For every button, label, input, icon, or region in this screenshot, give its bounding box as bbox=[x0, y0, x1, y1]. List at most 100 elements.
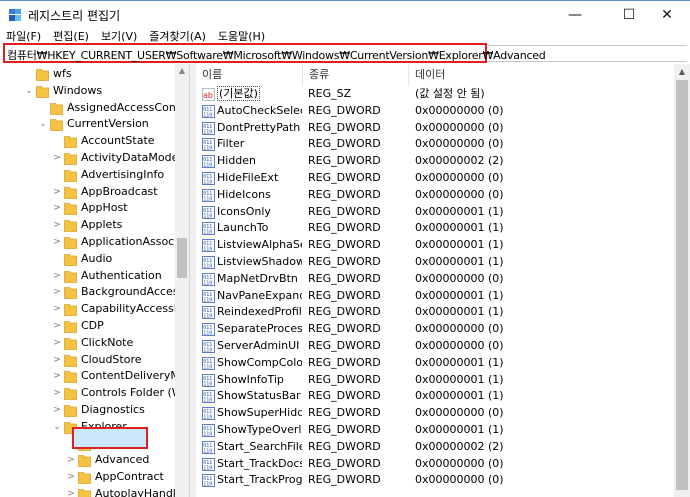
value-row[interactable]: 011 110 Filter REG_DWORD 0x00000000 (0) bbox=[196, 136, 674, 153]
value-row[interactable]: 011 110 DontPrettyPath REG_DWORD 0x00000000 … bbox=[196, 120, 674, 137]
expand-chevron-icon[interactable]: > bbox=[52, 150, 62, 166]
tree-item[interactable]: > AutoplayHandler bbox=[0, 486, 187, 497]
value-data: 0x00000000 (0) bbox=[415, 187, 504, 201]
expand-chevron-icon[interactable]: > bbox=[52, 318, 62, 334]
value-data: 0x00000001 (1) bbox=[415, 238, 504, 252]
tree-item[interactable]: > CloudStore bbox=[0, 352, 175, 368]
value-type: REG_DWORD bbox=[308, 221, 381, 235]
value-data: 0x00000000 (0) bbox=[415, 322, 504, 336]
tree-item[interactable]: > ContentDeliveryMar bbox=[0, 368, 189, 384]
binary-value-icon: 011110 bbox=[202, 222, 215, 236]
value-row[interactable]: 011 110 ServerAdminUI REG_DWORD 0x00000000 (… bbox=[196, 338, 674, 355]
expand-chevron-icon[interactable]: > bbox=[52, 284, 62, 300]
collapse-chevron-icon[interactable]: ⌄ bbox=[52, 419, 62, 435]
address-bar-extension[interactable] bbox=[487, 45, 687, 62]
value-type: REG_DWORD bbox=[308, 406, 381, 420]
expand-chevron-icon[interactable]: > bbox=[52, 385, 62, 401]
value-row[interactable]: 011 110 ShowCompColor REG_DWORD 0x00000001 (… bbox=[196, 355, 674, 372]
tree-item[interactable]: > Controls Folder (Wc bbox=[0, 385, 189, 401]
value-row[interactable]: 011 110 Start_TrackDocs REG_DWORD 0x00000000… bbox=[196, 456, 674, 473]
column-header-data[interactable]: 데이터 bbox=[409, 64, 679, 86]
tree-item[interactable]: > ClickNote bbox=[0, 335, 175, 351]
expand-chevron-icon[interactable]: > bbox=[66, 452, 76, 468]
value-row[interactable]: 011110NavPaneExpand... REG_DWORD 0x0000000… bbox=[196, 288, 674, 305]
column-header-type[interactable]: 종류 bbox=[303, 64, 409, 86]
tree-item[interactable]: > Authentication bbox=[0, 268, 175, 284]
value-row[interactable]: 011 110 Start_SearchFiles REG_DWORD 0x000000… bbox=[196, 439, 674, 456]
tree-item[interactable]: AdvertisingInfo bbox=[0, 167, 175, 183]
expand-chevron-icon[interactable]: > bbox=[66, 469, 76, 485]
tree-scroll-thumb[interactable] bbox=[177, 238, 187, 278]
tree-item[interactable]: ⌄ Windows bbox=[0, 83, 175, 99]
value-row[interactable]: ab (기본값) REG_SZ (값 설정 안 됨) bbox=[196, 86, 674, 103]
values-scroll-up-icon[interactable]: ▲ bbox=[674, 64, 690, 80]
tree-item[interactable]: > CapabilityAccessMa bbox=[0, 301, 189, 317]
value-row[interactable]: 011 110 Start_TrackProgs REG_DWORD 0x0000000… bbox=[196, 472, 674, 489]
expand-chevron-icon[interactable]: > bbox=[52, 200, 62, 216]
value-row[interactable]: 011 110 Hidden REG_DWORD 0x00000002 (2) bbox=[196, 153, 674, 170]
column-header-name[interactable]: 이름 bbox=[196, 64, 303, 86]
expand-chevron-icon[interactable]: > bbox=[52, 217, 62, 233]
binary-value-icon: 011110 bbox=[202, 390, 215, 404]
tree-item[interactable]: > ActivityDataModel bbox=[0, 150, 181, 166]
tree-item[interactable]: > BackgroundAccessA bbox=[0, 284, 189, 300]
tree-scroll-up-icon[interactable]: ▲ bbox=[175, 64, 189, 78]
value-row[interactable]: 011 110 IconsOnly REG_DWORD 0x00000001 (1) bbox=[196, 204, 674, 221]
selected-key-highlight bbox=[72, 427, 148, 449]
tree-item[interactable]: ⌄ CurrentVersion bbox=[0, 116, 175, 132]
value-row[interactable]: 011110ListviewAlphaSe... REG_DWORD 0x00000… bbox=[196, 237, 674, 254]
values-list[interactable]: 이름 종류 데이터 ab (기본값) REG_SZ (값 설정 안 됨) 011 110 A… bbox=[196, 64, 690, 497]
binary-value-icon: 011110 bbox=[202, 373, 215, 387]
minimize-button[interactable]: — bbox=[552, 1, 598, 29]
tree-item[interactable]: > AppHost bbox=[0, 200, 175, 216]
svg-text:110: 110 bbox=[203, 415, 212, 421]
value-row[interactable]: 011 110 MapNetDrvBtn REG_DWORD 0x00000000 (0… bbox=[196, 271, 674, 288]
tree-item[interactable]: > AppContract bbox=[0, 469, 175, 485]
tree-item[interactable]: > AppBroadcast bbox=[0, 184, 175, 200]
tree-item[interactable]: AssignedAccessConfig bbox=[0, 100, 189, 116]
collapse-chevron-icon[interactable]: ⌄ bbox=[24, 83, 34, 99]
expand-chevron-icon[interactable]: > bbox=[52, 184, 62, 200]
binary-value-icon: 011110 bbox=[202, 272, 215, 286]
tree-item[interactable]: wfs bbox=[0, 66, 175, 82]
address-bar[interactable]: 컴퓨터₩HKEY_CURRENT_USER₩Software₩Microsoft… bbox=[3, 43, 546, 63]
tree-item[interactable]: > Applets bbox=[0, 217, 175, 233]
value-row[interactable]: 011 110 ListviewShadow REG_DWORD 0x00000001 … bbox=[196, 254, 674, 271]
tree-item[interactable]: AccountState bbox=[0, 133, 175, 149]
collapse-chevron-icon[interactable]: ⌄ bbox=[38, 116, 48, 132]
folder-icon bbox=[64, 253, 77, 266]
expand-chevron-icon[interactable]: > bbox=[52, 402, 62, 418]
folder-icon bbox=[64, 220, 77, 233]
value-row[interactable]: 011 110 HideIcons REG_DWORD 0x00000000 (0) bbox=[196, 187, 674, 204]
tree-item[interactable]: > Advanced bbox=[0, 452, 175, 468]
value-row[interactable]: 011 110 ReindexedProfile REG_DWORD 0x0000000… bbox=[196, 304, 674, 321]
expand-chevron-icon[interactable]: > bbox=[66, 486, 76, 497]
value-name: ShowStatusBar bbox=[217, 389, 301, 403]
expand-chevron-icon[interactable]: > bbox=[52, 335, 62, 351]
value-row[interactable]: 011 110 ShowStatusBar REG_DWORD 0x00000001 (… bbox=[196, 388, 674, 405]
value-row[interactable]: 011 110 SeparateProcess REG_DWORD 0x00000000… bbox=[196, 321, 674, 338]
expand-chevron-icon[interactable]: > bbox=[52, 301, 62, 317]
value-row[interactable]: 011 110 ShowInfoTip REG_DWORD 0x00000001 (1) bbox=[196, 372, 674, 389]
svg-text:110: 110 bbox=[203, 230, 212, 236]
expand-chevron-icon[interactable]: > bbox=[52, 368, 62, 384]
expand-chevron-icon[interactable]: > bbox=[52, 268, 62, 284]
binary-value-icon: 011110 bbox=[202, 407, 215, 421]
tree-scrollbar[interactable] bbox=[175, 64, 189, 497]
values-scroll-thumb[interactable] bbox=[676, 80, 688, 490]
expand-chevron-icon[interactable]: > bbox=[52, 234, 62, 250]
tree-item[interactable]: > CDP bbox=[0, 318, 175, 334]
value-type: REG_DWORD bbox=[308, 355, 381, 369]
value-row[interactable]: 011 110 HideFileExt REG_DWORD 0x00000000 (0) bbox=[196, 170, 674, 187]
value-row[interactable]: 011 110 LaunchTo REG_DWORD 0x00000001 (1) bbox=[196, 220, 674, 237]
expand-chevron-icon[interactable]: > bbox=[52, 352, 62, 368]
close-button[interactable]: ✕ bbox=[644, 1, 690, 29]
value-row[interactable]: 011 110 AutoCheckSelect REG_DWORD 0x00000000… bbox=[196, 103, 674, 120]
folder-icon bbox=[50, 102, 63, 115]
value-row[interactable]: 011110ShowSuperHidd... REG_DWORD 0x0000000… bbox=[196, 405, 674, 422]
value-row[interactable]: 011110ShowTypeOverlay REG_DWORD 0x00000001… bbox=[196, 422, 674, 439]
tree-item-label: Controls Folder (Wc bbox=[81, 386, 189, 400]
tree-item[interactable]: > ApplicationAssociat bbox=[0, 234, 188, 250]
tree-item[interactable]: Audio bbox=[0, 251, 175, 267]
tree-item[interactable]: > Diagnostics bbox=[0, 402, 175, 418]
